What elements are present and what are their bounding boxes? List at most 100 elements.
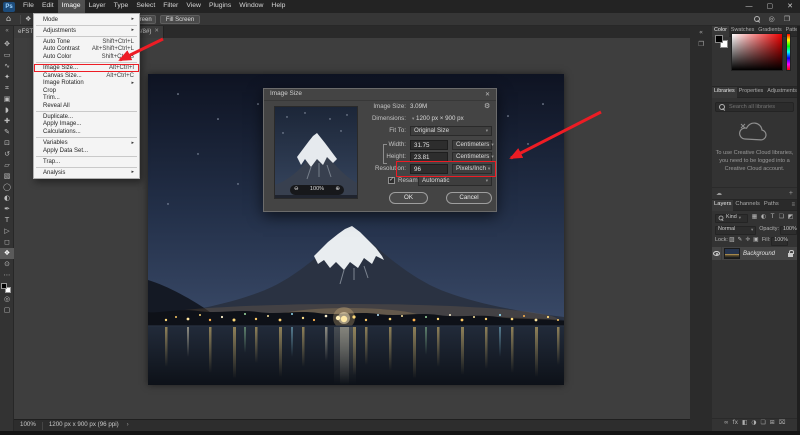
panel-tab[interactable]: Paths bbox=[762, 200, 781, 211]
filter-type-icon[interactable]: T bbox=[768, 215, 777, 221]
hand-tool[interactable]: ❖ bbox=[0, 248, 14, 259]
add-library-icon[interactable]: + bbox=[789, 190, 793, 197]
fill-screen-button[interactable]: Fill Screen bbox=[160, 15, 200, 24]
lock-pixels-icon[interactable]: ✎ bbox=[736, 238, 744, 244]
cloud-sync-icon[interactable]: ☁ bbox=[716, 191, 722, 197]
eraser-tool[interactable]: ▱ bbox=[0, 160, 14, 171]
brush-tool[interactable]: ✎ bbox=[0, 127, 14, 138]
healing-brush-tool[interactable]: ✚ bbox=[0, 116, 14, 127]
menu-item[interactable]: Analysis ▸ bbox=[34, 169, 139, 177]
panel-stack-icon[interactable]: ❐ bbox=[690, 38, 712, 50]
menubar-item[interactable]: Layer bbox=[85, 0, 110, 13]
dodge-tool[interactable]: ◐ bbox=[0, 193, 14, 204]
move-tool[interactable]: ✥ bbox=[0, 39, 14, 50]
resample-dropdown[interactable]: Automatic ▾ bbox=[418, 176, 492, 186]
eyedropper-tool[interactable]: ◗ bbox=[0, 105, 14, 116]
layer-group-icon[interactable]: ❏ bbox=[761, 421, 766, 427]
resample-checkbox[interactable]: ✓ bbox=[388, 177, 395, 184]
crop-tool[interactable]: ⌗ bbox=[0, 83, 14, 94]
color-saturation-picker[interactable] bbox=[731, 33, 783, 71]
menubar-item[interactable]: Edit bbox=[38, 0, 58, 13]
panel-tab[interactable]: Channels bbox=[733, 200, 762, 211]
adjustment-layer-icon[interactable]: ◑ bbox=[752, 421, 757, 427]
menu-item[interactable]: Trap... ▸ bbox=[34, 158, 139, 166]
path-selection-tool[interactable]: ▷ bbox=[0, 226, 14, 237]
menubar-item[interactable]: Type bbox=[110, 0, 133, 13]
cancel-button[interactable]: Cancel bbox=[446, 192, 492, 204]
filter-pixel-icon[interactable]: ▦ bbox=[750, 215, 759, 221]
menu-item[interactable]: Calculations... ▸ bbox=[34, 128, 139, 136]
menu-item[interactable]: Apply Data Set... ▸ bbox=[34, 147, 139, 155]
close-button[interactable]: ✕ bbox=[780, 0, 800, 13]
width-input[interactable]: 31.75 bbox=[410, 140, 448, 150]
menu-item[interactable]: Auto Contrast Alt+Shift+Ctrl+L ▸ bbox=[34, 46, 139, 54]
fit-to-dropdown[interactable]: Original Size ▾ bbox=[410, 126, 492, 136]
menu-item[interactable]: Variables ▸ bbox=[34, 139, 139, 147]
layer-mask-icon[interactable]: ◧ bbox=[742, 421, 747, 427]
hand-tool-options-icon[interactable]: ❖ bbox=[25, 16, 31, 23]
menu-item[interactable]: Duplicate... ▸ bbox=[34, 113, 139, 121]
menu-item[interactable]: Mode ▸ bbox=[34, 16, 139, 24]
chevron-down-icon[interactable]: ▾ bbox=[412, 116, 414, 121]
screen-mode-icon[interactable]: ▢ bbox=[0, 305, 14, 316]
menu-item[interactable]: Crop ▸ bbox=[34, 87, 139, 95]
layer-row-background[interactable]: Background bbox=[712, 247, 797, 260]
blur-tool[interactable]: ◯ bbox=[0, 182, 14, 193]
frame-tool[interactable]: ▣ bbox=[0, 94, 14, 105]
menubar-item[interactable]: File bbox=[19, 0, 38, 13]
ok-button[interactable]: OK bbox=[389, 192, 428, 204]
gear-icon[interactable]: ⚙ bbox=[484, 103, 490, 110]
status-chevron-icon[interactable]: › bbox=[127, 422, 129, 428]
menu-item[interactable]: Canvas Size... Alt+Ctrl+C ▸ bbox=[34, 72, 139, 80]
width-unit-dropdown[interactable]: Centimeters ▾ bbox=[452, 140, 492, 150]
opacity-value[interactable]: 100% bbox=[780, 226, 797, 235]
lasso-tool[interactable]: ∿ bbox=[0, 61, 14, 72]
layer-effects-icon[interactable]: fx bbox=[733, 421, 738, 427]
zoom-in-icon[interactable]: ⊕ bbox=[335, 187, 340, 193]
filter-shape-icon[interactable]: ❏ bbox=[777, 215, 786, 221]
zoom-out-icon[interactable]: ⊖ bbox=[294, 187, 299, 193]
gradient-tool[interactable]: ▧ bbox=[0, 171, 14, 182]
toolbar-collapse-icon[interactable]: « bbox=[0, 26, 14, 36]
layer-visibility-toggle[interactable] bbox=[712, 247, 722, 260]
type-tool[interactable]: T bbox=[0, 215, 14, 226]
delete-layer-icon[interactable]: ⌧ bbox=[779, 421, 786, 427]
menubar-item[interactable]: Image bbox=[58, 0, 85, 13]
search-input[interactable] bbox=[727, 103, 787, 111]
tab-close-icon[interactable]: ✕ bbox=[154, 29, 159, 35]
history-brush-tool[interactable]: ↺ bbox=[0, 149, 14, 160]
minimize-button[interactable]: — bbox=[739, 0, 760, 13]
panel-tab[interactable]: Layers bbox=[712, 200, 733, 211]
home-icon[interactable]: ⌂ bbox=[6, 15, 11, 23]
menubar-item[interactable]: Plugins bbox=[205, 0, 235, 13]
library-search-field[interactable] bbox=[715, 102, 794, 112]
zoom-tool[interactable]: ⊙ bbox=[0, 259, 14, 270]
lock-transparency-icon[interactable]: ▨ bbox=[728, 238, 736, 244]
quick-selection-tool[interactable]: ✦ bbox=[0, 72, 14, 83]
clone-stamp-tool[interactable]: ⊡ bbox=[0, 138, 14, 149]
lock-artboard-icon[interactable]: ▣ bbox=[752, 238, 760, 244]
zoom-level[interactable]: 100% bbox=[20, 422, 36, 428]
learn-icon[interactable]: ◎ bbox=[769, 16, 775, 23]
filter-adjustment-icon[interactable]: ◐ bbox=[759, 215, 768, 221]
menu-item[interactable]: Auto Color Shift+Ctrl+B ▸ bbox=[34, 53, 139, 61]
quick-mask-icon[interactable]: ◎ bbox=[0, 294, 14, 305]
menubar-item[interactable]: Select bbox=[132, 0, 159, 13]
marquee-tool[interactable]: ▭ bbox=[0, 50, 14, 61]
panel-tab[interactable]: Libraries bbox=[712, 87, 737, 98]
menubar-item[interactable]: View bbox=[182, 0, 205, 13]
dialog-close-icon[interactable]: ✕ bbox=[485, 92, 490, 98]
panel-menu-icon[interactable]: ≡ bbox=[791, 202, 795, 208]
panel-tab[interactable]: Properties bbox=[737, 87, 766, 98]
collapse-panels-icon[interactable]: « bbox=[690, 26, 712, 38]
shape-tool[interactable]: ◻ bbox=[0, 237, 14, 248]
menu-item[interactable]: Reveal All ▸ bbox=[34, 102, 139, 110]
search-icon[interactable] bbox=[754, 16, 760, 22]
panel-tab[interactable]: Adjustments bbox=[765, 87, 799, 98]
menubar-item[interactable]: Help bbox=[267, 0, 289, 13]
foreground-background-swatches[interactable] bbox=[715, 35, 729, 49]
link-layers-icon[interactable]: ∞ bbox=[724, 421, 729, 427]
filter-smart-object-icon[interactable]: ◩ bbox=[786, 215, 795, 221]
layer-filter-dropdown[interactable]: Kind ▾ bbox=[715, 214, 748, 223]
menu-item[interactable]: Adjustments ▸ bbox=[34, 27, 139, 35]
